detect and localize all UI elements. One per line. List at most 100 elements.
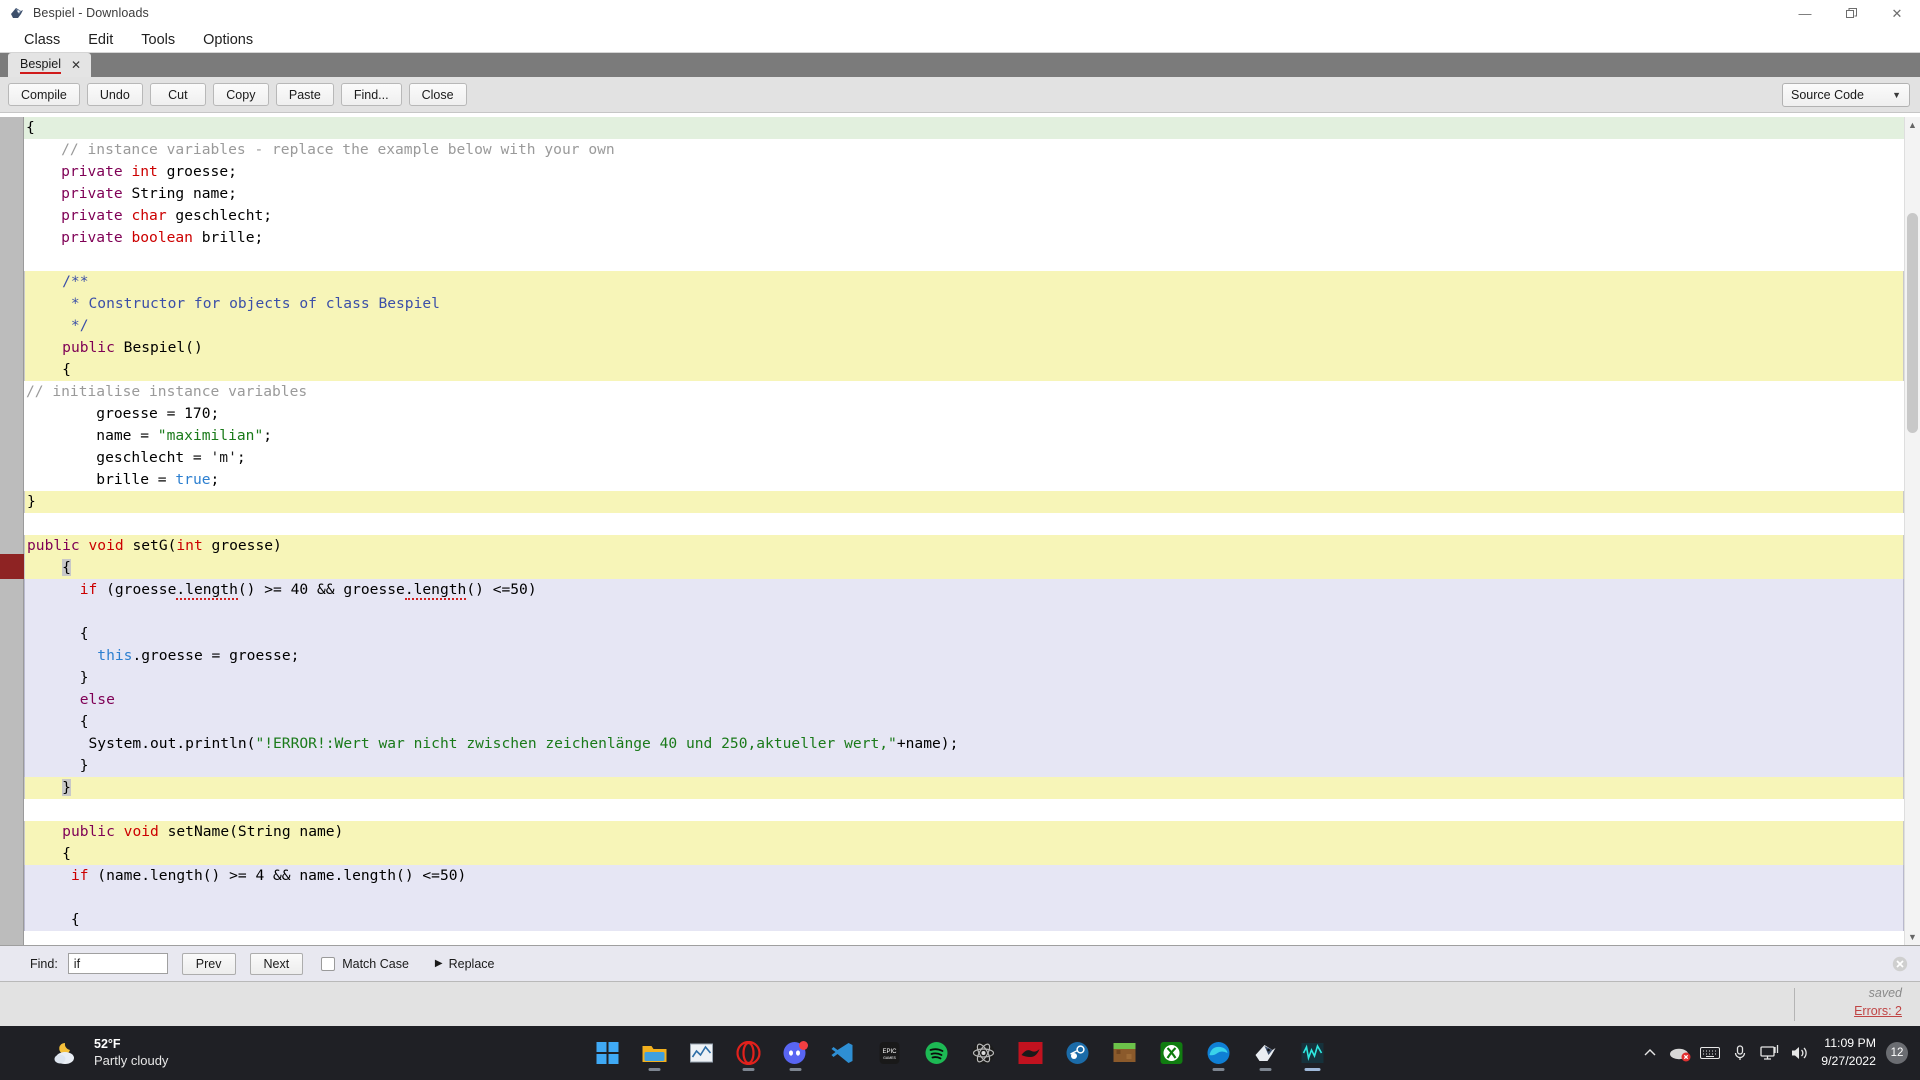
checkbox-icon[interactable] bbox=[321, 956, 336, 971]
chevron-up-icon[interactable] bbox=[1635, 1033, 1665, 1073]
find-prev-button[interactable]: Prev bbox=[181, 952, 236, 975]
moon-cloud-icon bbox=[52, 1040, 82, 1066]
view-selector[interactable]: Source Code ▼ bbox=[1782, 83, 1910, 107]
match-case-checkbox[interactable]: Match Case bbox=[321, 956, 409, 971]
audio-editor-icon[interactable] bbox=[1293, 1033, 1333, 1073]
find-bar: Find: if Prev Next Match Case ▶ Replace bbox=[0, 945, 1920, 981]
start-button[interactable] bbox=[588, 1033, 628, 1073]
keyboard-icon[interactable] bbox=[1695, 1033, 1725, 1073]
file-explorer-icon[interactable] bbox=[635, 1033, 675, 1073]
replace-toggle[interactable]: ▶ Replace bbox=[435, 957, 495, 971]
code-line[interactable]: brille = true; bbox=[24, 469, 1904, 491]
copy-button[interactable]: Copy bbox=[212, 83, 269, 106]
onedrive-error-icon[interactable] bbox=[1665, 1033, 1695, 1073]
volume-icon[interactable] bbox=[1785, 1033, 1815, 1073]
code-line[interactable]: if (name.length() >= 4 && name.length() … bbox=[24, 865, 1904, 887]
discord-icon[interactable] bbox=[776, 1033, 816, 1073]
menu-tools[interactable]: Tools bbox=[127, 29, 189, 51]
vscode-icon[interactable] bbox=[823, 1033, 863, 1073]
maximize-button[interactable] bbox=[1828, 0, 1874, 27]
find-button[interactable]: Find... bbox=[340, 83, 402, 106]
code-line[interactable]: if (groesse.length() >= 40 && groesse.le… bbox=[24, 579, 1904, 601]
code-line[interactable]: else bbox=[24, 689, 1904, 711]
menu-options[interactable]: Options bbox=[189, 29, 267, 51]
code-line[interactable] bbox=[24, 887, 1904, 909]
code-line[interactable]: groesse = 170; bbox=[24, 403, 1904, 425]
code-line[interactable]: } bbox=[24, 755, 1904, 777]
network-icon[interactable] bbox=[1755, 1033, 1785, 1073]
chart-app-icon[interactable] bbox=[682, 1033, 722, 1073]
code-line[interactable]: // instance variables - replace the exam… bbox=[24, 139, 1904, 161]
replace-label: Replace bbox=[448, 956, 495, 971]
search-input[interactable]: if bbox=[67, 953, 168, 974]
code-line[interactable]: geschlecht = 'm'; bbox=[24, 447, 1904, 469]
source-code-text[interactable]: { // instance variables - replace the ex… bbox=[24, 117, 1904, 945]
edge-icon[interactable] bbox=[1199, 1033, 1239, 1073]
weather-widget[interactable]: 52°F Partly cloudy bbox=[52, 1037, 168, 1069]
code-line[interactable]: { bbox=[24, 117, 1904, 139]
paste-button[interactable]: Paste bbox=[275, 83, 334, 106]
code-line[interactable] bbox=[24, 601, 1904, 623]
epic-games-icon[interactable]: EPIC GAMES bbox=[870, 1033, 910, 1073]
notification-badge[interactable]: 12 bbox=[1886, 1042, 1908, 1064]
menu-class[interactable]: Class bbox=[10, 29, 74, 51]
spotify-icon[interactable] bbox=[917, 1033, 957, 1073]
scroll-up-icon[interactable]: ▲ bbox=[1908, 120, 1917, 130]
close-editor-button[interactable]: Close bbox=[408, 83, 467, 106]
code-line[interactable]: { bbox=[24, 623, 1904, 645]
code-line[interactable]: private int groesse; bbox=[24, 161, 1904, 183]
code-line[interactable]: private char geschlecht; bbox=[24, 205, 1904, 227]
menu-edit[interactable]: Edit bbox=[74, 29, 127, 51]
code-line[interactable]: public void setG(int groesse) bbox=[24, 535, 1904, 557]
code-line[interactable]: { bbox=[24, 557, 1904, 579]
code-line[interactable]: { bbox=[24, 711, 1904, 733]
microphone-icon[interactable] bbox=[1725, 1033, 1755, 1073]
code-line[interactable] bbox=[24, 513, 1904, 535]
xbox-icon[interactable] bbox=[1152, 1033, 1192, 1073]
scroll-down-icon[interactable]: ▼ bbox=[1908, 932, 1917, 942]
undo-button[interactable]: Undo bbox=[86, 83, 143, 106]
weather-text: 52°F Partly cloudy bbox=[94, 1037, 168, 1069]
cut-button[interactable]: Cut bbox=[149, 83, 206, 106]
code-line[interactable]: { bbox=[24, 359, 1904, 381]
weather-temperature: 52°F bbox=[94, 1037, 121, 1052]
code-line[interactable] bbox=[24, 799, 1904, 821]
tab-bespiel[interactable]: Bespiel ✕ bbox=[8, 53, 92, 77]
minimize-button[interactable]: — bbox=[1782, 0, 1828, 27]
code-line[interactable]: public void setName(String name) bbox=[24, 821, 1904, 843]
opera-icon[interactable] bbox=[729, 1033, 769, 1073]
code-line[interactable]: */ bbox=[24, 315, 1904, 337]
close-find-icon[interactable] bbox=[1892, 956, 1908, 972]
code-line[interactable]: } bbox=[24, 777, 1904, 799]
code-line[interactable]: System.out.println("!ERROR!:Wert war nic… bbox=[24, 733, 1904, 755]
code-line[interactable]: { bbox=[24, 909, 1904, 931]
close-icon[interactable]: ✕ bbox=[71, 58, 81, 72]
status-divider bbox=[1794, 988, 1795, 1021]
code-line[interactable]: * Constructor for objects of class Bespi… bbox=[24, 293, 1904, 315]
code-line[interactable] bbox=[24, 249, 1904, 271]
editor-gutter[interactable] bbox=[0, 117, 24, 945]
errors-count[interactable]: Errors: 2 bbox=[1854, 1004, 1902, 1018]
bluej-icon[interactable] bbox=[1246, 1033, 1286, 1073]
clock[interactable]: 11:09 PM 9/27/2022 bbox=[1821, 1035, 1876, 1071]
scrollbar-thumb[interactable] bbox=[1907, 213, 1918, 433]
code-line[interactable]: { bbox=[24, 843, 1904, 865]
code-line[interactable]: private String name; bbox=[24, 183, 1904, 205]
code-line[interactable]: name = "maximilian"; bbox=[24, 425, 1904, 447]
code-line[interactable]: // initialise instance variables bbox=[24, 381, 1904, 403]
editor-vertical-scrollbar[interactable]: ▲ ▼ bbox=[1904, 117, 1920, 945]
code-line[interactable]: /** bbox=[24, 271, 1904, 293]
code-line[interactable]: } bbox=[24, 491, 1904, 513]
close-button[interactable]: ✕ bbox=[1874, 0, 1920, 27]
code-line[interactable]: } bbox=[24, 667, 1904, 689]
find-next-button[interactable]: Next bbox=[249, 952, 304, 975]
atom-icon[interactable] bbox=[964, 1033, 1004, 1073]
code-line[interactable]: private boolean brille; bbox=[24, 227, 1904, 249]
minecraft-icon[interactable] bbox=[1105, 1033, 1145, 1073]
red-dragon-app-icon[interactable] bbox=[1011, 1033, 1051, 1073]
code-line[interactable]: public Bespiel() bbox=[24, 337, 1904, 359]
compile-button[interactable]: Compile bbox=[8, 83, 80, 106]
code-line[interactable]: this.groesse = groesse; bbox=[24, 645, 1904, 667]
error-gutter-marker[interactable] bbox=[0, 554, 24, 579]
steam-icon[interactable] bbox=[1058, 1033, 1098, 1073]
